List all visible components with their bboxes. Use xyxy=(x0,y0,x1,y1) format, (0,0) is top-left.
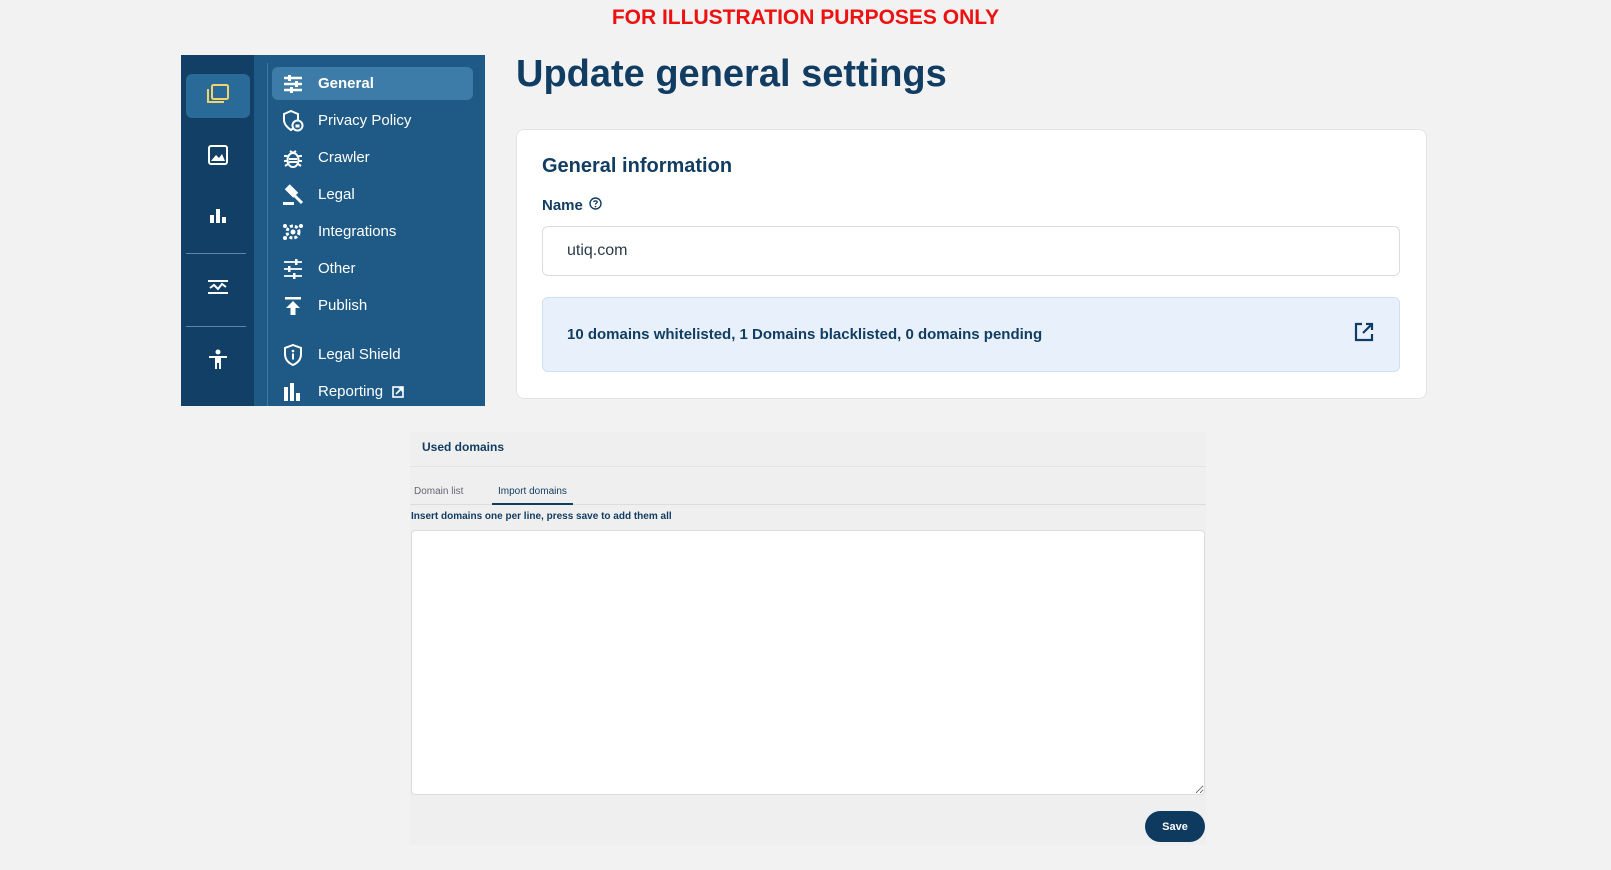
gavel-icon xyxy=(282,183,304,206)
privacy-shield-icon xyxy=(282,109,304,132)
sidebar-item-general[interactable]: General xyxy=(272,67,473,100)
publish-icon xyxy=(282,295,304,317)
import-hint: Insert domains one per line, press save … xyxy=(411,511,672,522)
rail-item-settings[interactable] xyxy=(186,267,250,311)
sidebar-item-label: Privacy Policy xyxy=(318,112,412,129)
sidebar-item-crawler[interactable]: Crawler xyxy=(272,141,473,174)
rail-divider xyxy=(186,326,246,327)
bug-icon xyxy=(282,147,304,169)
bar-chart-icon xyxy=(208,205,228,230)
sidebar-item-legal-shield[interactable]: Legal Shield xyxy=(272,338,473,371)
sidebar-item-legal[interactable]: Legal xyxy=(272,178,473,211)
sidebar-item-label: Legal Shield xyxy=(318,346,401,363)
domains-textarea[interactable] xyxy=(411,530,1205,795)
rail-item-analytics[interactable] xyxy=(186,195,250,239)
rail-item-media[interactable] xyxy=(186,135,250,179)
name-label: Name xyxy=(542,197,602,214)
help-icon[interactable] xyxy=(589,197,602,214)
domains-summary-text: 10 domains whitelisted, 1 Domains blackl… xyxy=(567,326,1043,343)
sidebar-item-other[interactable]: Other xyxy=(272,252,473,285)
divider xyxy=(410,466,1206,467)
tab-import-domains[interactable]: Import domains xyxy=(492,486,573,505)
sidebar-divider xyxy=(267,63,268,406)
used-domains-panel: Used domains Domain list Import domains … xyxy=(410,432,1206,845)
sidebar-item-label: Other xyxy=(318,260,356,277)
integrations-gear-icon xyxy=(282,221,304,243)
save-button[interactable]: Save xyxy=(1145,811,1205,842)
name-input[interactable] xyxy=(542,226,1400,276)
external-link-icon xyxy=(392,385,404,398)
accessibility-icon xyxy=(207,349,229,376)
external-link-icon[interactable] xyxy=(1353,321,1375,348)
sidebar-item-privacy-policy[interactable]: Privacy Policy xyxy=(272,104,473,137)
sidebar-item-reporting[interactable]: Reporting xyxy=(272,375,473,408)
sidebar-item-integrations[interactable]: Integrations xyxy=(272,215,473,248)
tab-domain-list[interactable]: Domain list xyxy=(414,486,463,497)
settings-sidebar: General Privacy Policy Crawler Legal Int… xyxy=(181,55,485,406)
sidebar-item-label: Integrations xyxy=(318,223,397,240)
sidebar-item-label: Legal xyxy=(318,186,355,203)
shield-info-icon xyxy=(282,343,304,366)
sidebar-item-label: Crawler xyxy=(318,149,370,166)
sliders-icon xyxy=(282,73,304,95)
tune-icon xyxy=(282,258,304,280)
sidebar-item-label: Publish xyxy=(318,297,368,314)
sidebar-item-publish[interactable]: Publish xyxy=(272,289,473,322)
general-information-card: General information Name 10 domains whit… xyxy=(516,129,1427,399)
used-domains-title: Used domains xyxy=(422,440,505,454)
report-chart-icon xyxy=(282,381,304,403)
rail-divider xyxy=(186,253,246,254)
sidebar-item-label: Reporting xyxy=(318,383,384,400)
rail-item-accessibility[interactable] xyxy=(186,340,250,384)
image-icon xyxy=(207,144,229,171)
folders-icon xyxy=(206,83,230,110)
rail-item-content[interactable] xyxy=(186,74,250,118)
icon-rail xyxy=(181,55,254,406)
illustration-banner: FOR ILLUSTRATION PURPOSES ONLY xyxy=(611,6,1000,29)
settings-sliders-icon xyxy=(206,277,230,302)
name-label-text: Name xyxy=(542,197,583,214)
page-title: Update general settings xyxy=(516,53,947,95)
domains-summary-box[interactable]: 10 domains whitelisted, 1 Domains blackl… xyxy=(542,297,1400,372)
card-title: General information xyxy=(542,155,733,177)
sidebar-item-label: General xyxy=(318,75,374,92)
